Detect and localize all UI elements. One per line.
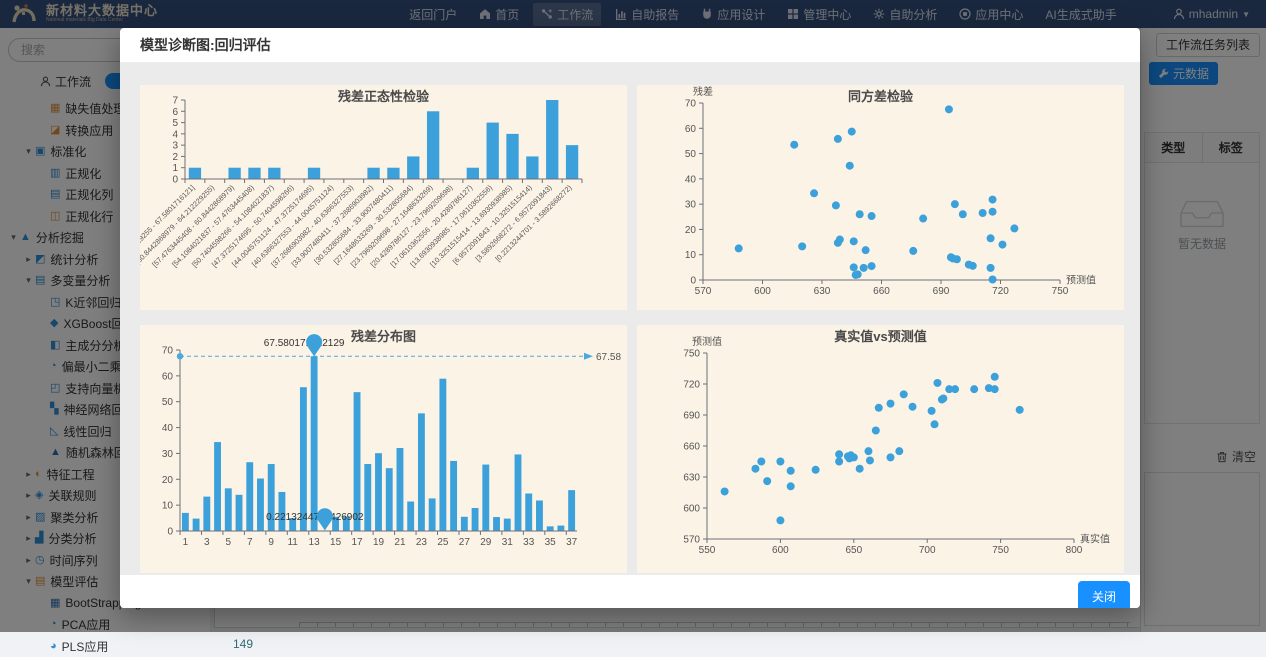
svg-text:0: 0: [167, 527, 173, 538]
svg-text:7: 7: [172, 96, 178, 107]
svg-text:真实值: 真实值: [1080, 533, 1110, 546]
svg-text:570: 570: [683, 535, 700, 546]
svg-text:70: 70: [685, 99, 697, 110]
svg-text:同方差检验: 同方差检验: [848, 89, 914, 104]
svg-text:预测值: 预测值: [1066, 274, 1096, 287]
svg-text:4: 4: [172, 129, 178, 140]
svg-text:5: 5: [172, 118, 178, 129]
chart-homoscedasticity: 0 10 20 30 40 50 60 70 570 600 630 660 690 720 750 残差预测…: [637, 85, 1124, 310]
chart-true-vs-predicted: 570 600 630 660 690 720 750 550 600 650 700 750 800 预…: [637, 325, 1124, 573]
svg-text:30: 30: [685, 200, 697, 211]
svg-text:21: 21: [394, 537, 406, 548]
svg-text:660: 660: [873, 286, 890, 297]
svg-text:31: 31: [502, 537, 514, 548]
chart-residual-distribution: 0102030405060701357911131517192123252729…: [140, 325, 627, 573]
svg-text:17: 17: [351, 537, 363, 548]
svg-text:预测值: 预测值: [692, 335, 722, 348]
svg-text:25: 25: [437, 537, 449, 548]
svg-text:600: 600: [754, 286, 771, 297]
svg-text:7: 7: [247, 537, 253, 548]
svg-text:67.58: 67.58: [596, 352, 621, 363]
svg-text:10: 10: [685, 250, 697, 261]
svg-text:27: 27: [459, 537, 471, 548]
svg-text:13: 13: [309, 537, 321, 548]
svg-text:残差分布图: 残差分布图: [351, 329, 416, 344]
svg-text:9: 9: [268, 537, 274, 548]
svg-text:30: 30: [162, 449, 174, 460]
svg-text:630: 630: [814, 286, 831, 297]
svg-text:29: 29: [480, 537, 492, 548]
svg-text:750: 750: [1052, 286, 1069, 297]
svg-text:660: 660: [683, 442, 700, 453]
svg-text:690: 690: [933, 286, 950, 297]
svg-text:11: 11: [287, 537, 298, 548]
svg-text:3: 3: [204, 537, 210, 548]
svg-text:残差正态性检验: 残差正态性检验: [338, 89, 430, 104]
modal-title: 模型诊断图:回归评估: [120, 28, 1140, 62]
node-icon: ◕: [50, 641, 57, 652]
chart-grid: 01234567[64.212229255 - 67.5801716121][6…: [120, 62, 1140, 575]
svg-text:67.580171612129: 67.580171612129: [264, 338, 345, 349]
svg-text:700: 700: [919, 545, 936, 556]
svg-text:570: 570: [695, 286, 712, 297]
svg-text:5: 5: [226, 537, 232, 548]
svg-text:690: 690: [683, 411, 700, 422]
svg-text:70: 70: [162, 346, 174, 357]
close-button[interactable]: 关闭: [1078, 581, 1130, 608]
svg-text:800: 800: [1066, 545, 1083, 556]
svg-text:720: 720: [992, 286, 1009, 297]
svg-text:20: 20: [685, 225, 697, 236]
svg-text:15: 15: [330, 537, 342, 548]
svg-text:550: 550: [699, 545, 716, 556]
svg-text:19: 19: [373, 537, 385, 548]
svg-text:2: 2: [172, 152, 178, 163]
svg-text:40: 40: [685, 174, 697, 185]
svg-text:0.2213244701426902: 0.2213244701426902: [266, 512, 364, 523]
modal-dialog: 模型诊断图:回归评估 01234567[64.212229255 - 67.58…: [120, 28, 1140, 608]
svg-text:600: 600: [772, 545, 789, 556]
svg-text:40: 40: [162, 423, 174, 434]
svg-text:50: 50: [685, 149, 697, 160]
svg-text:60: 60: [685, 124, 697, 135]
svg-text:23: 23: [416, 537, 428, 548]
svg-text:1: 1: [183, 537, 189, 548]
svg-text:750: 750: [683, 349, 700, 360]
svg-text:630: 630: [683, 473, 700, 484]
svg-text:10: 10: [162, 501, 174, 512]
svg-text:60: 60: [162, 371, 174, 382]
modal-footer: 关闭: [120, 575, 1140, 608]
sidebar-item-25[interactable]: ◕ PLS应用: [0, 636, 210, 657]
svg-text:3: 3: [172, 141, 178, 152]
svg-text:600: 600: [683, 504, 700, 515]
svg-text:6: 6: [172, 107, 178, 118]
svg-text:33: 33: [523, 537, 535, 548]
svg-text:750: 750: [992, 545, 1009, 556]
svg-text:720: 720: [683, 380, 700, 391]
node-label: PLS应用: [62, 638, 109, 655]
svg-text:20: 20: [162, 475, 174, 486]
svg-text:真实值vs预测值: 真实值vs预测值: [834, 329, 926, 344]
svg-text:650: 650: [845, 545, 862, 556]
svg-text:35: 35: [545, 537, 557, 548]
svg-text:0: 0: [172, 175, 178, 186]
chart-residual-normality: 01234567[64.212229255 - 67.5801716121][6…: [140, 85, 627, 310]
row-number: 149: [233, 637, 253, 651]
svg-text:1: 1: [172, 163, 178, 174]
svg-text:50: 50: [162, 397, 174, 408]
svg-text:残差: 残差: [693, 85, 713, 98]
svg-text:37: 37: [566, 537, 578, 548]
svg-text:0: 0: [690, 276, 696, 287]
